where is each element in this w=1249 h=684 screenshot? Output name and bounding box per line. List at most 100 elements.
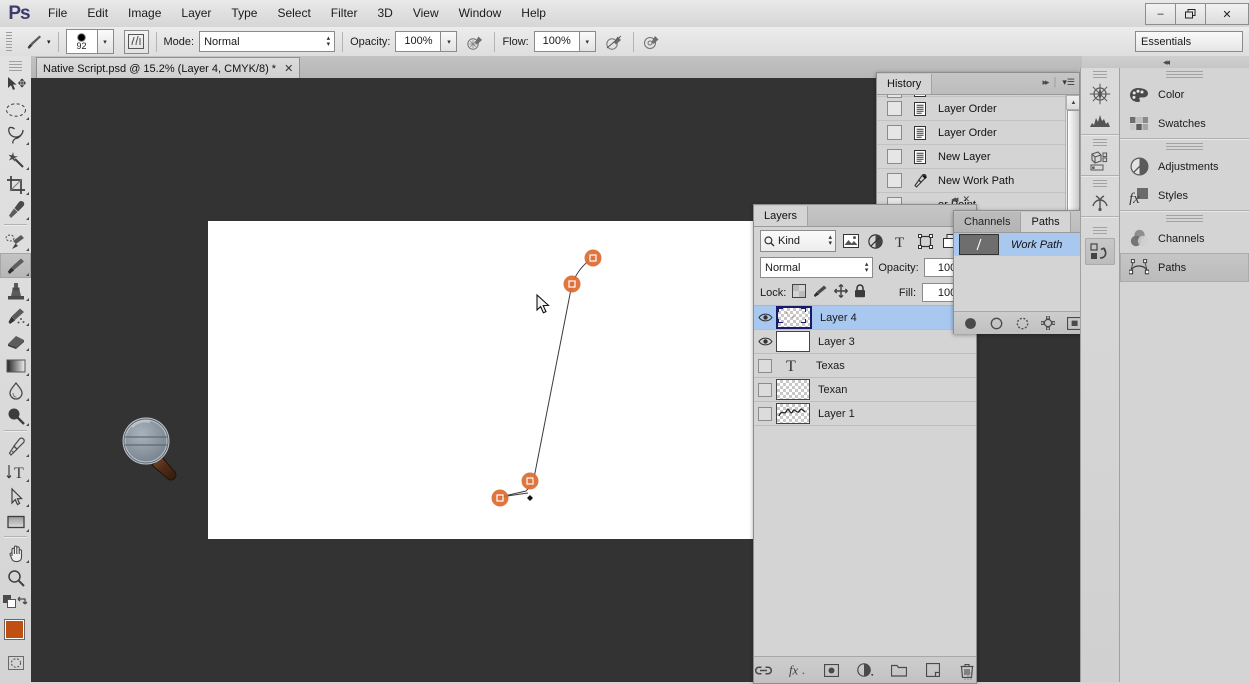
history-snapshot-checkbox[interactable] (887, 101, 902, 116)
collapse-to-icons-icon[interactable]: ◂◂ (951, 194, 958, 205)
flyout-arrow[interactable] (26, 323, 29, 326)
dock-item-color[interactable]: Color (1120, 80, 1249, 109)
flyout-arrow[interactable] (26, 217, 29, 220)
flyout-arrow[interactable] (26, 373, 29, 376)
eyedropper-tool[interactable] (0, 197, 31, 222)
layer-thumbnail[interactable] (776, 331, 810, 352)
gradient-tool[interactable] (0, 353, 31, 378)
history-item[interactable]: New Layer (877, 145, 1079, 169)
tab-history[interactable]: History (877, 74, 933, 94)
dock-item-swatches[interactable]: Swatches (1120, 109, 1249, 138)
menu-help[interactable]: Help (511, 0, 556, 27)
menu-view[interactable]: View (403, 0, 449, 27)
swap-colors-icon[interactable] (16, 595, 29, 611)
make-work-path-button[interactable] (1040, 315, 1056, 332)
path-name[interactable]: Work Path (1011, 239, 1062, 251)
layer-visibility-toggle[interactable] (754, 378, 776, 401)
brush-preset-picker-icon[interactable]: ▾ (96, 29, 114, 54)
layer-name[interactable]: Layer 1 (818, 408, 855, 420)
dock-item-adjustments[interactable]: Adjustments (1120, 152, 1249, 181)
flyout-arrow[interactable] (26, 248, 29, 251)
load-selection-button[interactable] (1014, 315, 1030, 332)
stroke-path-button[interactable] (988, 315, 1004, 332)
menu-window[interactable]: Window (449, 0, 512, 27)
histogram-icon[interactable] (1081, 107, 1119, 134)
layer-row-layer-1[interactable]: Layer 1 (754, 402, 976, 426)
menu-image[interactable]: Image (118, 0, 171, 27)
layer-name[interactable]: Texas (816, 360, 845, 372)
history-snapshot-checkbox[interactable] (887, 149, 902, 164)
dock-item-channels[interactable]: Channels (1120, 224, 1249, 253)
restore-button[interactable] (1175, 3, 1206, 25)
new-layer-button[interactable] (925, 662, 942, 679)
close-panel-icon[interactable]: ✕ (962, 194, 970, 205)
eraser-tool[interactable] (0, 328, 31, 353)
flyout-arrow[interactable] (26, 273, 29, 276)
blend-mode-select[interactable]: Normal ▴ ▾ (199, 31, 336, 52)
foreground-color-swatch[interactable] (4, 619, 25, 640)
dock-item-paths[interactable]: Paths (1120, 253, 1249, 282)
collapse-arrows-icon[interactable]: ◂◂ (1163, 57, 1170, 68)
spot-healing-brush-tool[interactable] (0, 228, 31, 253)
dodge-tool[interactable] (0, 403, 31, 428)
elliptical-marquee-tool[interactable] (0, 97, 31, 122)
layer-mask-button[interactable] (823, 662, 840, 679)
lasso-tool[interactable] (0, 122, 31, 147)
opacity-dropdown-icon[interactable]: ▾ (440, 31, 458, 52)
layer-row-texan[interactable]: Texan (754, 378, 976, 402)
layer-thumbnail[interactable] (776, 403, 810, 424)
menu-layer[interactable]: Layer (171, 0, 221, 27)
flyout-arrow[interactable] (26, 504, 29, 507)
layer-name[interactable]: Layer 4 (820, 312, 857, 324)
layer-style-button[interactable]: fx (789, 662, 806, 679)
path-selection-tool[interactable] (0, 484, 31, 509)
mini-bridge-icon[interactable] (1081, 189, 1119, 216)
document-tab[interactable]: Native Script.psd @ 15.2% (Layer 4, CMYK… (36, 57, 301, 79)
dock-group-grip[interactable] (1081, 136, 1119, 148)
pen-tool[interactable] (0, 434, 31, 459)
filter-kind-select[interactable]: Kind ▴ ▾ (760, 230, 836, 252)
menu-edit[interactable]: Edit (77, 0, 118, 27)
menu-select[interactable]: Select (267, 0, 320, 27)
layer-name[interactable]: Layer 3 (818, 336, 855, 348)
lock-all[interactable] (854, 284, 866, 301)
filter-shape-layers[interactable] (915, 231, 936, 251)
dock-item-styles[interactable]: fx Styles (1120, 181, 1249, 210)
filter-adjustment-layers[interactable] (865, 231, 886, 251)
layer-row-layer-3[interactable]: Layer 3 (754, 330, 976, 354)
rectangle-tool[interactable] (0, 509, 31, 534)
menu-3d[interactable]: 3D (367, 0, 402, 27)
lock-transparent-pixels[interactable] (792, 284, 807, 301)
default-colors-icon[interactable] (3, 595, 16, 611)
options-bar-grip[interactable] (3, 31, 15, 53)
flow-pressure-icon[interactable] (604, 31, 626, 53)
layer-name[interactable]: Texan (818, 384, 847, 396)
tools-panel-grip[interactable] (0, 56, 31, 72)
dock-group-grip[interactable] (1120, 68, 1249, 80)
minimize-button[interactable]: – (1145, 3, 1176, 25)
opacity-input[interactable]: 100% (395, 31, 442, 52)
lock-image-pixels[interactable] (812, 284, 828, 301)
dock-group-grip[interactable] (1120, 140, 1249, 152)
flyout-arrow[interactable] (26, 479, 29, 482)
history-item[interactable]: Layer Order (877, 97, 1079, 121)
filter-type-layers[interactable]: T (890, 231, 911, 251)
history-actions-icon[interactable] (1085, 238, 1115, 265)
dock-group-grip[interactable] (1081, 224, 1119, 236)
panel-menu-icon[interactable]: ▾☰ (1062, 77, 1075, 88)
workspace-switcher[interactable]: Essentials (1135, 31, 1243, 52)
dock-group-grip[interactable] (1081, 177, 1119, 189)
flow-dropdown-icon[interactable]: ▾ (578, 31, 596, 52)
quick-mask-icon[interactable] (0, 653, 31, 673)
history-item[interactable]: New Work Path (877, 169, 1079, 193)
link-layers-button[interactable] (754, 662, 772, 679)
layer-thumbnail[interactable]: T (776, 356, 808, 375)
tab-paths[interactable]: Paths (1021, 212, 1071, 232)
flyout-arrow[interactable] (26, 298, 29, 301)
flyout-arrow[interactable] (26, 167, 29, 170)
history-snapshot-checkbox[interactable] (887, 95, 902, 98)
airbrush-icon[interactable] (641, 31, 663, 53)
layer-row-texas[interactable]: T Texas (754, 354, 976, 378)
layer-blend-mode-select[interactable]: Normal ▴ ▾ (760, 257, 874, 278)
layer-row-layer-4[interactable]: Layer 4 (754, 306, 976, 330)
